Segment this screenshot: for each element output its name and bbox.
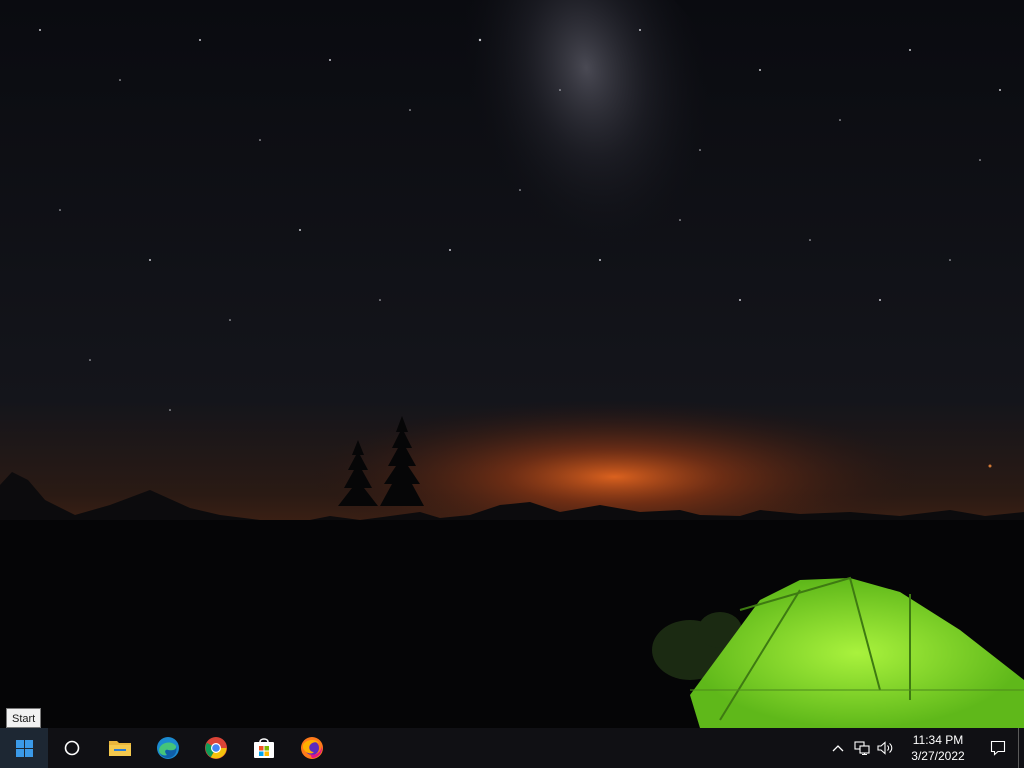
clock-date: 3/27/2022: [911, 749, 965, 763]
microsoft-store-icon: [254, 738, 274, 758]
chrome-button[interactable]: [192, 728, 240, 768]
network-button[interactable]: [850, 728, 874, 768]
windows-logo-icon: [15, 739, 33, 757]
clock-time: 11:34 PM: [912, 733, 964, 747]
edge-icon: [157, 737, 179, 759]
network-icon: [854, 741, 870, 755]
desktop[interactable]: [0, 0, 1024, 728]
show-desktop-button[interactable]: [1018, 728, 1024, 768]
microsoft-store-button[interactable]: [240, 728, 288, 768]
file-explorer-icon: [109, 741, 131, 756]
taskbar: 11:34 PM 3/27/2022: [0, 728, 1024, 768]
start-tooltip: Start: [6, 708, 42, 728]
wallpaper-image: [0, 0, 1024, 728]
chrome-icon: [205, 737, 227, 759]
search-button[interactable]: [48, 728, 96, 768]
show-hidden-icons-button[interactable]: [826, 728, 850, 768]
firefox-button[interactable]: [288, 728, 336, 768]
search-circle-icon: [64, 740, 80, 756]
notification-icon: [990, 740, 1006, 756]
file-explorer-button[interactable]: [96, 728, 144, 768]
clock-button[interactable]: 11:34 PM 3/27/2022: [898, 728, 978, 768]
volume-icon: [877, 741, 893, 755]
volume-button[interactable]: [874, 728, 898, 768]
start-button[interactable]: [0, 728, 48, 768]
firefox-icon: [301, 737, 323, 759]
system-tray: 11:34 PM 3/27/2022: [826, 728, 1024, 768]
action-center-button[interactable]: [978, 728, 1018, 768]
edge-button[interactable]: [144, 728, 192, 768]
chevron-up-icon: [832, 745, 844, 752]
